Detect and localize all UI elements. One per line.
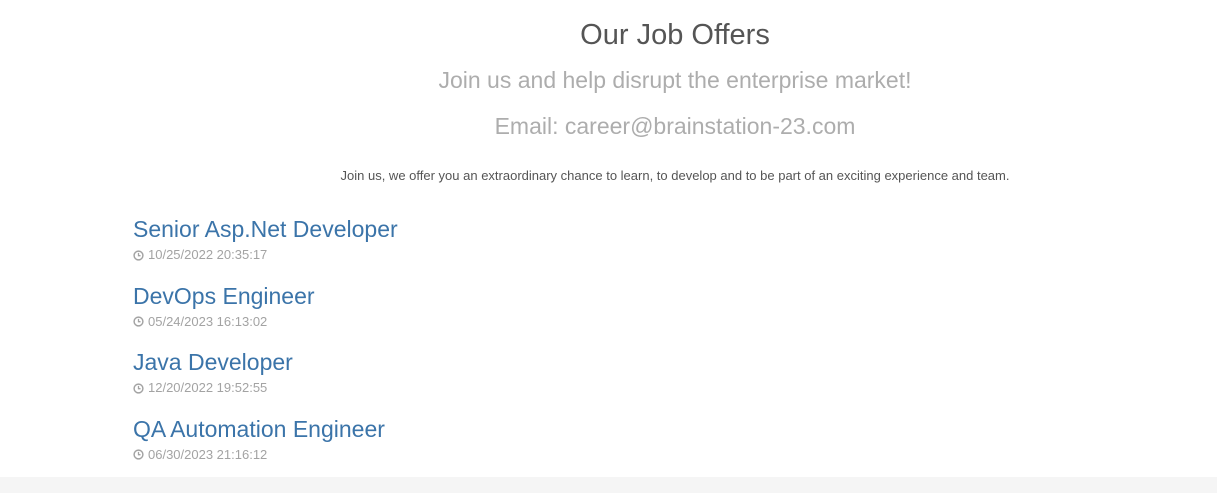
career-email: Email: career@brainstation-23.com — [494, 113, 856, 139]
clock-icon — [133, 449, 144, 460]
job-item: Senior Asp.Net Developer 10/25/2022 20:3… — [133, 214, 398, 281]
page-title: Our Job Offers — [580, 19, 770, 51]
job-posted-date: 05/24/2023 16:13:02 — [133, 314, 398, 330]
job-title-link[interactable]: Java Developer — [133, 347, 398, 377]
job-posted-date-text: 05/24/2023 16:13:02 — [148, 313, 268, 329]
clock-icon — [133, 382, 144, 394]
job-offers-header: Our Job Offers Join us and help disrupt … — [133, 0, 1217, 185]
job-item: QA Automation Engineer 06/30/2023 21:16:… — [133, 414, 398, 481]
job-posted-date-text: 10/25/2022 20:35:17 — [148, 247, 268, 262]
clock-icon — [133, 316, 144, 327]
job-item: DevOps Engineer 05/24/2023 16:13:02 — [133, 281, 398, 348]
job-item: Java Developer 12/20/2022 19:52:55 — [133, 347, 398, 414]
footer-band — [0, 477, 1217, 493]
job-posted-date-text: 12/20/2022 19:52:55 — [148, 380, 268, 395]
job-title-link[interactable]: QA Automation Engineer — [133, 414, 398, 444]
job-posted-date: 06/30/2023 21:16:12 — [133, 447, 398, 463]
job-title-link[interactable]: DevOps Engineer — [133, 281, 398, 311]
job-posted-date-text: 06/30/2023 21:16:12 — [148, 446, 268, 462]
intro-text: Join us, we offer you an extraordinary c… — [340, 168, 1010, 183]
job-title-link[interactable]: Senior Asp.Net Developer — [133, 214, 398, 244]
job-posted-date: 10/25/2022 20:35:17 — [133, 247, 398, 263]
job-posted-date: 12/20/2022 19:52:55 — [133, 380, 398, 396]
job-offers-page: Our Job Offers Join us and help disrupt … — [0, 0, 1217, 493]
tagline: Join us and help disrupt the enterprise … — [438, 67, 912, 93]
job-list: Senior Asp.Net Developer 10/25/2022 20:3… — [133, 214, 398, 480]
clock-icon — [133, 249, 144, 261]
